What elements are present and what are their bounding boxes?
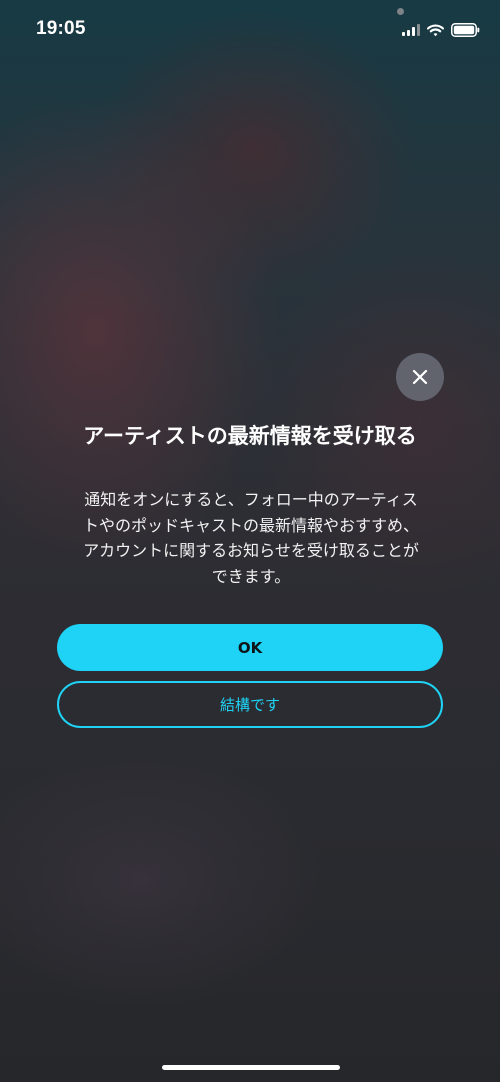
close-button[interactable] [396, 353, 444, 401]
camera-indicator-dot [397, 8, 404, 15]
status-icons [402, 22, 480, 38]
status-time: 19:05 [36, 18, 86, 39]
decline-button-label: 結構です [219, 696, 280, 714]
ok-button-label: OK [237, 638, 263, 657]
ok-button[interactable]: OK [57, 624, 443, 671]
dialog-title: アーティストの最新情報を受け取る [83, 424, 417, 448]
description-line: 通知をオンにすると、フォロー中のアーティス [84, 490, 418, 509]
dialog-description: 通知をオンにすると、フォロー中のアーティス トやのポッドキャストの最新情報やおす… [56, 487, 446, 589]
decline-button[interactable]: 結構です [57, 681, 443, 728]
description-line: トやのポッドキャストの最新情報やおすすめ、 [82, 515, 419, 535]
close-icon [412, 369, 428, 385]
signal-icon [402, 24, 420, 36]
wifi-icon [427, 23, 444, 36]
home-indicator[interactable] [162, 1065, 340, 1070]
battery-icon [451, 23, 480, 37]
description-line: アカウントに関するお知らせを受け取ることが [83, 541, 419, 560]
status-bar: 19:05 [0, 0, 500, 60]
description-line: できます。 [211, 566, 291, 586]
